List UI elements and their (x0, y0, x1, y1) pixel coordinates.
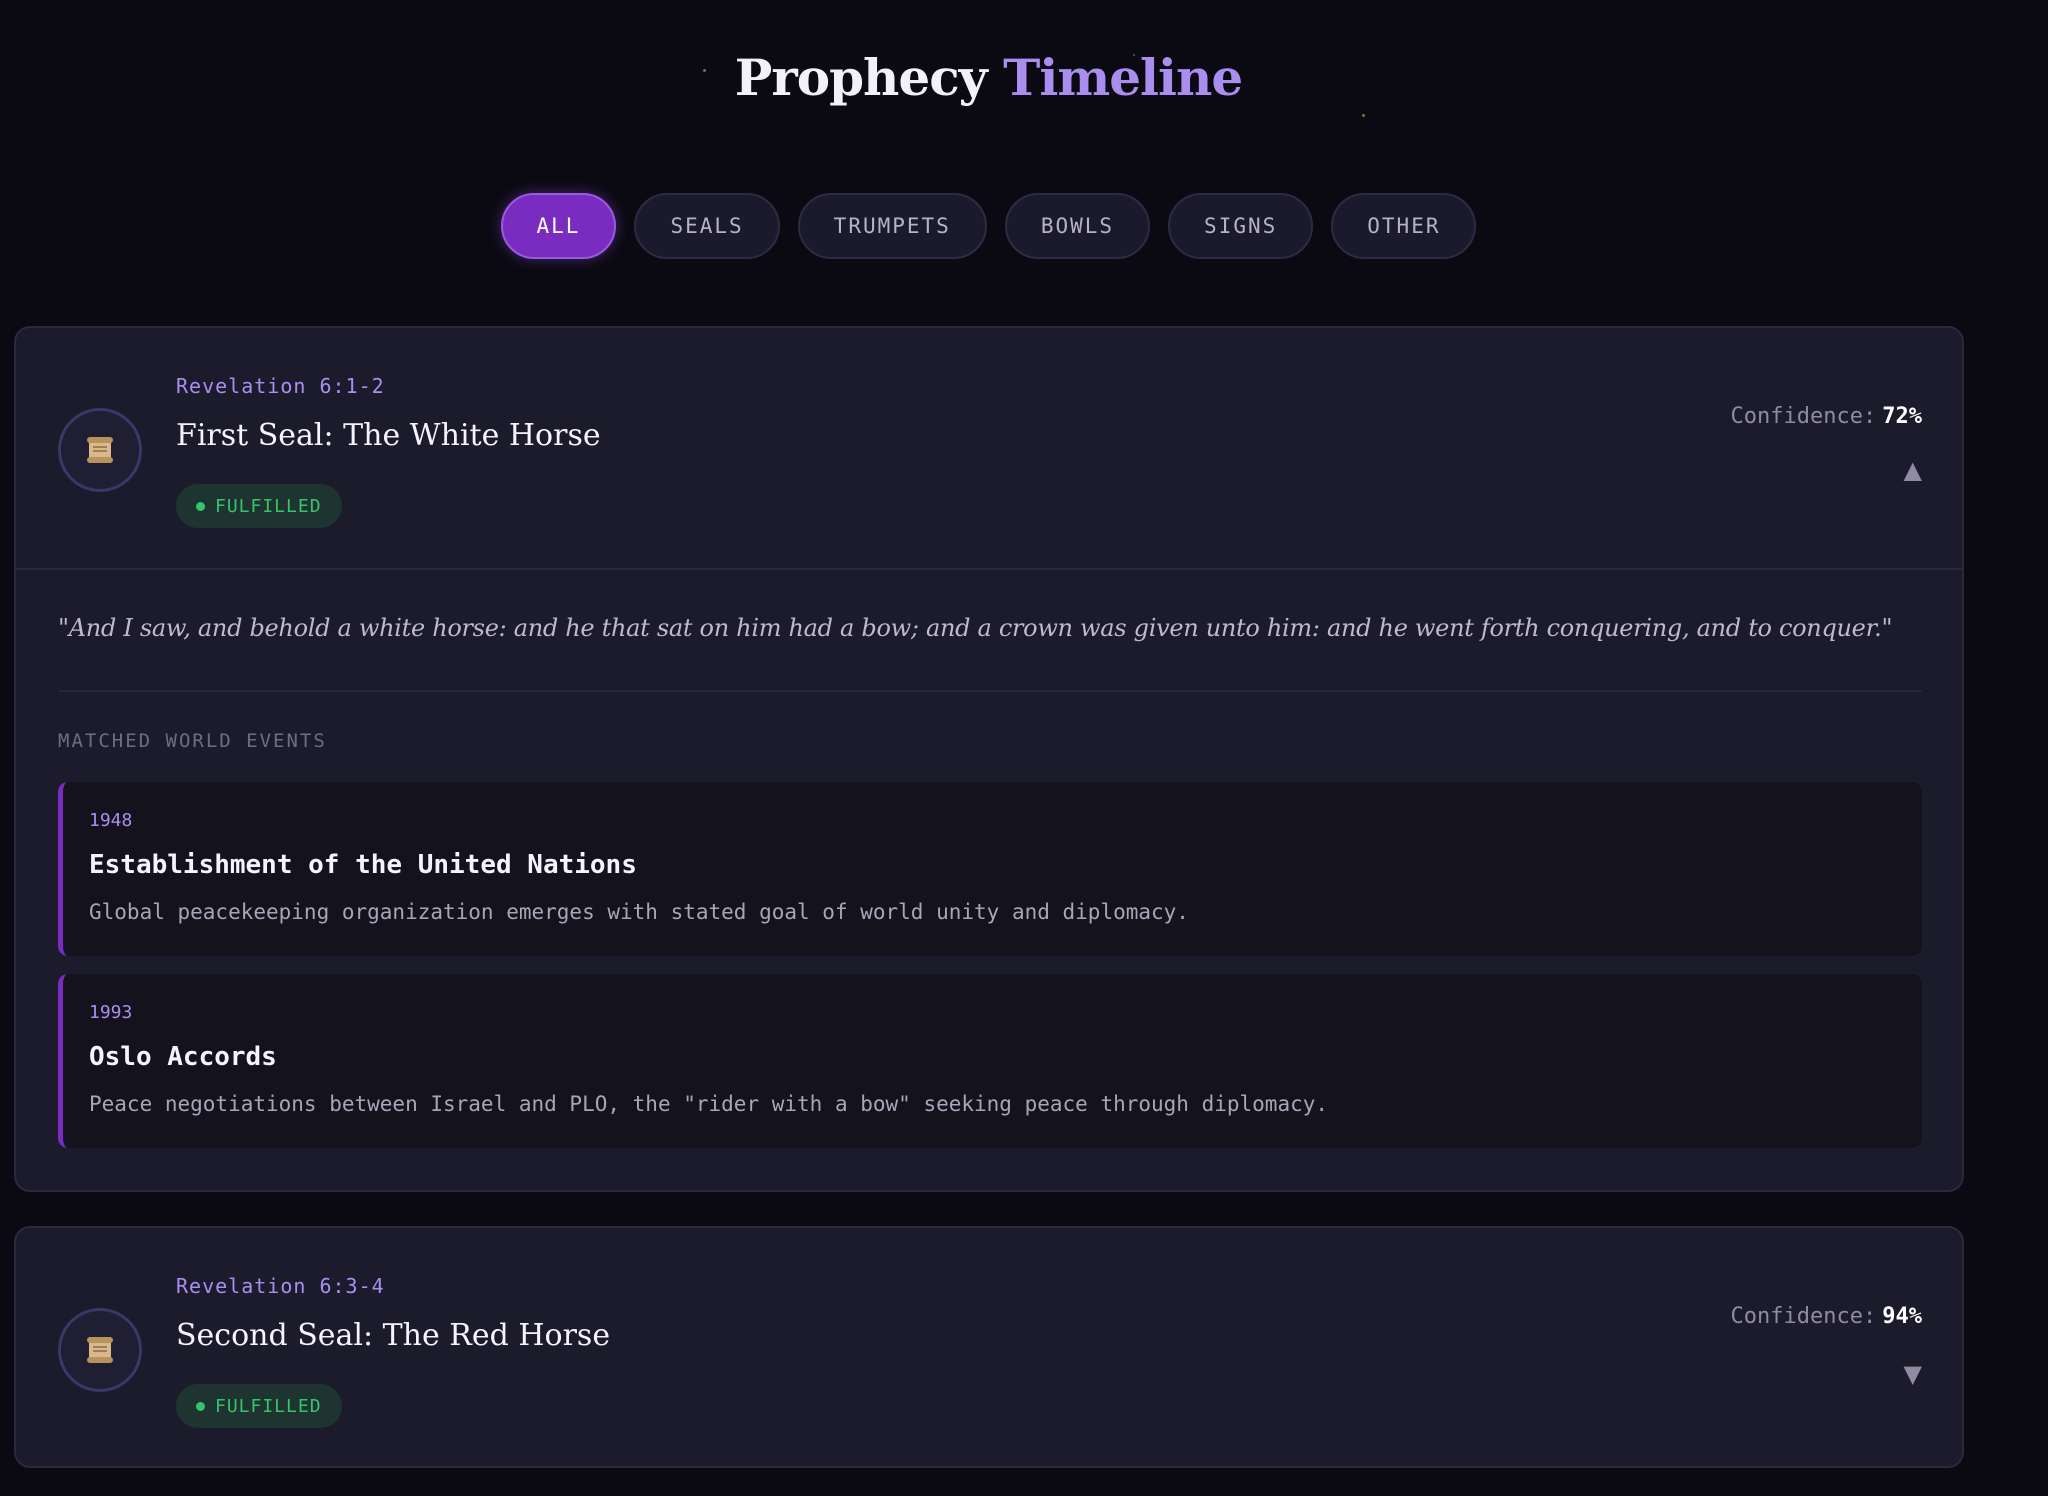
filter-signs[interactable]: SIGNS (1168, 193, 1314, 259)
event-year: 1993 (89, 1002, 133, 1023)
card-divider (16, 568, 1962, 570)
chevron-down-icon[interactable]: ▼ (1904, 1360, 1922, 1388)
status-badge: FULFILLED (176, 484, 342, 528)
confidence-value: 94% (1882, 1304, 1922, 1329)
prophecy-card-first-seal: Revelation 6:1-2 First Seal: The White H… (14, 326, 1964, 1192)
filter-all[interactable]: ALL (500, 193, 617, 259)
confidence-label: Confidence: (1730, 404, 1877, 429)
confidence-readout: Confidence: 94% (1731, 1304, 1922, 1329)
status-badge: FULFILLED (176, 1384, 342, 1428)
scripture-reference: Revelation 6:3-4 (176, 1274, 385, 1298)
prophecy-title: Second Seal: The Red Horse (176, 1318, 611, 1353)
page-title-main: Prophecy (734, 48, 988, 107)
event-title: Establishment of the United Nations (89, 850, 637, 880)
filter-other[interactable]: OTHER (1331, 193, 1477, 259)
scroll-icon (58, 408, 142, 492)
confidence-label: Confidence: (1730, 1304, 1877, 1329)
scripture-reference: Revelation 6:1-2 (176, 374, 385, 398)
prophecy-title: First Seal: The White Horse (176, 418, 601, 453)
filter-seals[interactable]: SEALS (634, 193, 780, 259)
scripture-quote: "And I saw, and behold a white horse: an… (58, 614, 1893, 642)
world-event-item: 1993 Oslo Accords Peace negotiations bet… (58, 974, 1922, 1148)
filter-trumpets[interactable]: TRUMPETS (797, 193, 987, 259)
filter-bowls[interactable]: BOWLS (1004, 193, 1151, 259)
world-event-item: 1948 Establishment of the United Nations… (58, 782, 1922, 956)
matched-events-heading: MATCHED WORLD EVENTS (58, 730, 327, 752)
page-title-accent: Timeline (1003, 48, 1243, 107)
confidence-readout: Confidence: 72% (1731, 404, 1922, 429)
scroll-icon (58, 1308, 142, 1392)
event-year: 1948 (89, 810, 133, 831)
status-label: FULFILLED (215, 495, 322, 517)
event-description: Peace negotiations between Israel and PL… (89, 1092, 1329, 1116)
section-divider (58, 690, 1922, 692)
status-dot-icon (196, 1401, 205, 1411)
prophecy-card-second-seal: Revelation 6:3-4 Second Seal: The Red Ho… (14, 1226, 1964, 1468)
background-star (1362, 114, 1365, 117)
prophecy-card-header[interactable]: Revelation 6:1-2 First Seal: The White H… (16, 328, 1962, 570)
prophecy-card-header[interactable]: Revelation 6:3-4 Second Seal: The Red Ho… (16, 1228, 1962, 1470)
page-title: Prophecy Timeline (0, 48, 1977, 107)
prophecy-timeline-page: Prophecy Timeline ALL SEALS TRUMPETS BOW… (0, 0, 2048, 1496)
event-description: Global peacekeeping organization emerges… (89, 900, 1189, 924)
chevron-up-icon[interactable]: ▲ (1904, 456, 1922, 484)
status-label: FULFILLED (215, 1395, 322, 1417)
category-filter-bar: ALL SEALS TRUMPETS BOWLS SIGNS OTHER (0, 193, 1977, 259)
event-title: Oslo Accords (89, 1042, 277, 1072)
confidence-value: 72% (1882, 404, 1922, 429)
status-dot-icon (196, 501, 205, 511)
